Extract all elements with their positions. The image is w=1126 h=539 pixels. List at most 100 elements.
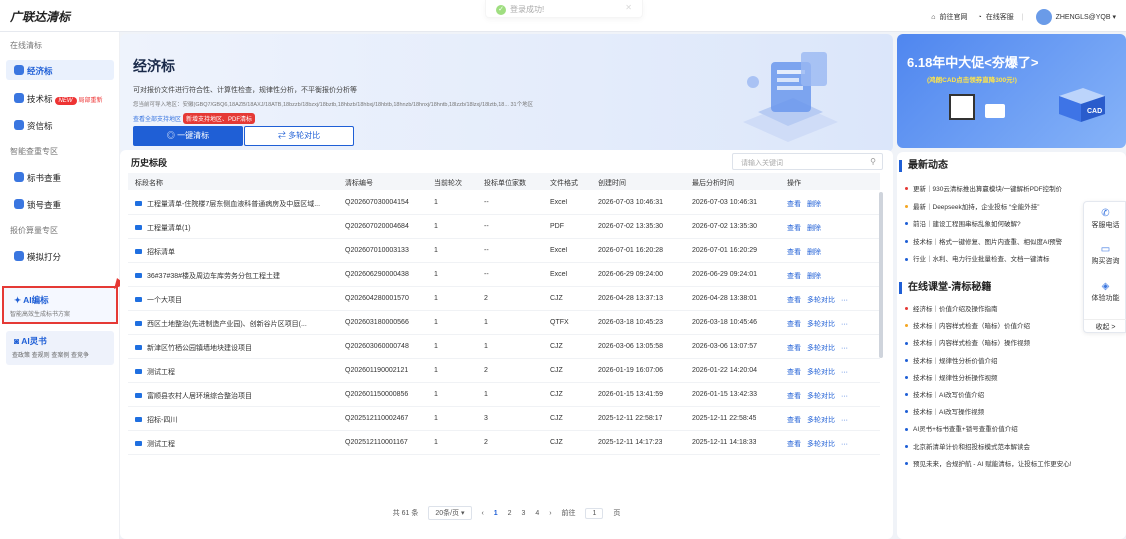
row-name[interactable]: 工程量清单-住院楼7层东侧血液科普通病房及中庭区域... bbox=[135, 199, 340, 209]
secondary-action-link[interactable]: 多轮对比 bbox=[807, 297, 835, 304]
news-item[interactable]: 前沿｜建设工程围串标乱象如何破解? bbox=[903, 218, 1088, 228]
view-link[interactable]: 查看 bbox=[787, 417, 801, 424]
row-name[interactable]: 一个大项目 bbox=[135, 295, 340, 305]
trial-feature-button[interactable]: ◈ 体验功能 bbox=[1084, 281, 1126, 303]
table-row[interactable]: 测试工程 Q202512110001167 1 2 CJZ 2025-12-11 14:1… bbox=[128, 431, 880, 455]
secondary-action-link[interactable]: 删除 bbox=[807, 201, 821, 208]
row-name[interactable]: 测试工程 bbox=[135, 367, 340, 377]
sidebar-item-jjb[interactable]: 经济标 bbox=[6, 60, 114, 80]
page-size-select[interactable]: 20条/页 ▾ bbox=[428, 506, 472, 520]
sidebar-item-mndf[interactable]: 模拟打分 bbox=[6, 246, 114, 266]
view-link[interactable]: 查看 bbox=[787, 201, 801, 208]
more-actions-button[interactable]: ··· bbox=[841, 369, 848, 376]
news-item[interactable]: 技术标｜规律性分析价值介绍 bbox=[903, 355, 1088, 365]
goto-page-input[interactable]: 1 bbox=[585, 507, 604, 519]
next-page-button[interactable]: › bbox=[549, 510, 551, 517]
sidebar-item-jsb[interactable]: 技术标 NEW 局部重新 bbox=[6, 88, 114, 108]
news-item[interactable]: 技术标｜格式一键修复、图片内查重、相似度AI预警 bbox=[903, 236, 1088, 246]
table-row[interactable]: 工程量清单-住院楼7层东侧血液科普通病房及中庭区域... Q20260703000… bbox=[128, 191, 880, 215]
close-icon[interactable]: ✕ bbox=[625, 3, 632, 12]
page-4[interactable]: 4 bbox=[535, 510, 539, 517]
secondary-action-link[interactable]: 多轮对比 bbox=[807, 417, 835, 424]
row-name[interactable]: 新津区竹栖公园镇墙地块建设项目 bbox=[135, 343, 340, 353]
collapse-button[interactable]: 收起 > bbox=[1084, 319, 1126, 332]
news-item[interactable]: 最新｜Deepseek加持，企业投标 “全能外挂” bbox=[903, 201, 1088, 211]
view-link[interactable]: 查看 bbox=[787, 273, 801, 280]
row-name[interactable]: 西区土地整治(先进制造产业园)、创新谷片区项目(... bbox=[135, 319, 340, 329]
view-link[interactable]: 查看 bbox=[787, 297, 801, 304]
search-input[interactable]: 请输入关键词 ⚲ bbox=[732, 153, 883, 170]
sidebar-item-bscz[interactable]: 标书查重 bbox=[6, 167, 114, 187]
chat-icon: ▭ bbox=[1100, 244, 1111, 255]
news-item[interactable]: 技术标｜规律性分析操作视频 bbox=[903, 372, 1088, 382]
more-actions-button[interactable]: ··· bbox=[841, 321, 848, 328]
table-row[interactable]: 新津区竹栖公园镇墙地块建设项目 Q202603060000748 1 1 CJZ 2026… bbox=[128, 335, 880, 359]
more-actions-button[interactable]: ··· bbox=[841, 441, 848, 448]
search-icon[interactable]: ⚲ bbox=[870, 157, 876, 166]
table-row[interactable]: 一个大项目 Q202604280001570 1 2 CJZ 2026-04-28 13:… bbox=[128, 287, 880, 311]
online-service-link[interactable]: 在线客服 bbox=[986, 12, 1014, 22]
sidebar-item-scz[interactable]: 锁号查重 bbox=[6, 194, 114, 214]
secondary-action-link[interactable]: 多轮对比 bbox=[807, 321, 835, 328]
news-item[interactable]: 技术标｜内容样式检查（暗标）操作视频 bbox=[903, 337, 1088, 347]
user-menu[interactable]: ZHENGLS@YQB ▾ bbox=[1056, 13, 1116, 21]
table-row[interactable]: 富顺县农村人居环境综合整治项目 Q202601150000856 1 1 CJZ 2026… bbox=[128, 383, 880, 407]
table-scrollbar[interactable] bbox=[879, 192, 883, 358]
view-link[interactable]: 查看 bbox=[787, 345, 801, 352]
sidebar-item-zxb[interactable]: 资信标 bbox=[6, 115, 114, 135]
news-item[interactable]: 预见未来，合规护航 - AI 赋能清标，让投标工作更安心! bbox=[903, 458, 1088, 468]
news-item[interactable]: 更新｜930云清标推出算赢模块/一键解析PDF控制价 bbox=[903, 183, 1088, 193]
row-name[interactable]: 工程量清单(1) bbox=[135, 223, 340, 233]
purchase-consult-button[interactable]: ▭ 购买咨询 bbox=[1084, 244, 1126, 266]
view-link[interactable]: 查看 bbox=[787, 249, 801, 256]
page-2[interactable]: 2 bbox=[508, 510, 512, 517]
news-item[interactable]: 经济标｜价值介绍及操作指南 bbox=[903, 303, 1088, 313]
page-3[interactable]: 3 bbox=[521, 510, 525, 517]
row-name[interactable]: 招标-四川 bbox=[135, 415, 340, 425]
avatar[interactable] bbox=[1035, 9, 1052, 25]
view-link[interactable]: 查看 bbox=[787, 225, 801, 232]
secondary-action-link[interactable]: 多轮对比 bbox=[807, 369, 835, 376]
row-name[interactable]: 招标清单 bbox=[135, 247, 340, 257]
secondary-action-link[interactable]: 删除 bbox=[807, 249, 821, 256]
table-row[interactable]: 测试工程 Q202601190002121 1 2 CJZ 2026-01-19 16:0… bbox=[128, 359, 880, 383]
prev-page-button[interactable]: ‹ bbox=[481, 510, 483, 517]
customer-phone-button[interactable]: ✆ 客服电话 bbox=[1084, 208, 1126, 230]
table-row[interactable]: 工程量清单(1) Q202607020004684 1 -- PDF 2026-07-02… bbox=[128, 215, 880, 239]
table-row[interactable]: 36#37#38#楼及周边车库劳务分包工程土建 Q202606290000438 1… bbox=[128, 263, 880, 287]
promo-banner[interactable]: 6.18年中大促<夯爆了> (鸿朗CAD点击领券直降300元!) CAD bbox=[897, 34, 1126, 148]
page-1[interactable]: 1 bbox=[494, 510, 498, 517]
view-link[interactable]: 查看 bbox=[787, 321, 801, 328]
news-item[interactable]: 北京新清单计价和招投标模式范本解读会 bbox=[903, 441, 1088, 451]
sidebar-item-ai-bid[interactable]: ✦ AI编标 智能高效生成标书方案 bbox=[2, 286, 118, 324]
news-item[interactable]: 技术标｜AI改写操作视频 bbox=[903, 406, 1088, 416]
sidebar-item-ai-lingshu[interactable]: ◙ AI灵书 查政策 查规则 查案例 查竞争 bbox=[6, 331, 114, 365]
news-item[interactable]: 技术标｜AI改写价值介绍 bbox=[903, 389, 1088, 399]
app-logo[interactable]: 广联达清标 bbox=[10, 8, 70, 25]
supported-regions-link[interactable]: 查看全部支持地区 bbox=[133, 117, 181, 123]
row-name[interactable]: 测试工程 bbox=[135, 439, 340, 449]
more-actions-button[interactable]: ··· bbox=[841, 297, 848, 304]
table-row[interactable]: 招标-四川 Q202512110002467 1 3 CJZ 2025-12-11 22:… bbox=[128, 407, 880, 431]
secondary-action-link[interactable]: 多轮对比 bbox=[807, 441, 835, 448]
view-link[interactable]: 查看 bbox=[787, 441, 801, 448]
row-name[interactable]: 富顺县农村人居环境综合整治项目 bbox=[135, 391, 340, 401]
secondary-action-link[interactable]: 多轮对比 bbox=[807, 393, 835, 400]
table-row[interactable]: 西区土地整治(先进制造产业园)、创新谷片区项目(... Q202603180000… bbox=[128, 311, 880, 335]
more-actions-button[interactable]: ··· bbox=[841, 393, 848, 400]
view-link[interactable]: 查看 bbox=[787, 369, 801, 376]
secondary-action-link[interactable]: 删除 bbox=[807, 273, 821, 280]
news-item[interactable]: 技术标｜内容样式检查（暗标）价值介绍 bbox=[903, 320, 1088, 330]
one-click-clean-button[interactable]: ◎ 一键清标 bbox=[133, 126, 243, 146]
more-actions-button[interactable]: ··· bbox=[841, 345, 848, 352]
more-actions-button[interactable]: ··· bbox=[841, 417, 848, 424]
table-row[interactable]: 招标清单 Q202607010003133 1 -- Excel 2026-07-01 1… bbox=[128, 239, 880, 263]
multi-round-compare-button[interactable]: ⇄ 多轮对比 bbox=[244, 126, 354, 146]
view-link[interactable]: 查看 bbox=[787, 393, 801, 400]
secondary-action-link[interactable]: 多轮对比 bbox=[807, 345, 835, 352]
row-name[interactable]: 36#37#38#楼及周边车库劳务分包工程土建 bbox=[135, 271, 340, 281]
news-item[interactable]: AI灵书+标书查重+锁号查重价值介绍 bbox=[903, 423, 1088, 433]
official-site-link[interactable]: 前往官网 bbox=[940, 12, 968, 22]
secondary-action-link[interactable]: 删除 bbox=[807, 225, 821, 232]
news-item[interactable]: 行业｜水利、电力行业批量检查、文档一键清标 bbox=[903, 253, 1088, 263]
